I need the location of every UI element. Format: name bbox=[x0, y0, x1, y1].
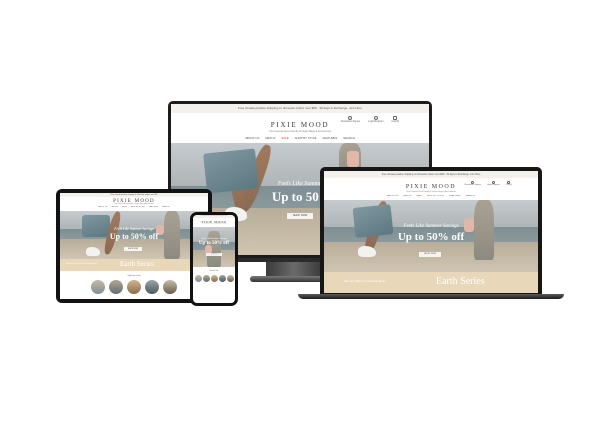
hero-shop-now-button[interactable]: SHOP NOW bbox=[287, 213, 313, 219]
hero-banner: Feels Like Summer Savings Up to 50% off … bbox=[193, 227, 235, 267]
nav-new-in[interactable]: NEW IN bbox=[265, 136, 275, 140]
look-thumbnail[interactable] bbox=[210, 275, 218, 282]
phone-screen: Free climate-positive shipping on domest… bbox=[193, 215, 235, 303]
laptop-keyboard-deck bbox=[298, 294, 564, 299]
hero-shop-now-button[interactable]: SHOP NOW bbox=[419, 252, 441, 257]
hero-shoe bbox=[86, 247, 100, 256]
nav-shop-by-style[interactable]: SHOP BY STYLE bbox=[295, 136, 317, 140]
site-tagline: Your Favorite Eco-Friendly & Vegan Bags … bbox=[406, 191, 456, 193]
look-thumbnail[interactable] bbox=[163, 280, 177, 294]
nav-about[interactable]: ABOUT US bbox=[245, 136, 259, 140]
earth-series-banner[interactable]: Save up to 50% off on our Earth Series E… bbox=[324, 272, 538, 293]
cart-label: Cart(0) bbox=[505, 184, 512, 186]
nav-features[interactable]: FEATURES bbox=[323, 136, 338, 140]
hero-shop-now-button[interactable]: SHOP NOW bbox=[124, 247, 142, 251]
hero-discount: Up to 50% off bbox=[198, 241, 230, 246]
hero-model bbox=[164, 211, 180, 259]
promo-bar[interactable]: Free climate-positive shipping on domest… bbox=[324, 171, 538, 178]
shop-the-look-heading: Shop the Look bbox=[127, 275, 141, 277]
login-label: Login/Register bbox=[486, 184, 500, 186]
tablet-screen: Free climate-positive shipping on domest… bbox=[60, 193, 208, 299]
site-tagline: Your Favorite Eco-Friendly & Vegan Bags … bbox=[268, 130, 332, 133]
nav-about[interactable]: ABOUT US bbox=[98, 206, 107, 208]
newsletter-label: Newsletter Signup bbox=[340, 120, 361, 123]
login-icon[interactable]: Login/Register bbox=[368, 116, 384, 123]
promo-bar[interactable]: Free climate-positive shipping on domest… bbox=[171, 104, 429, 113]
main-nav: ABOUT US NEW IN SALE SHOP BY STYLE FEATU… bbox=[324, 195, 538, 197]
nav-sale[interactable]: SALE bbox=[281, 136, 288, 140]
look-thumbnail[interactable] bbox=[91, 280, 105, 294]
login-label: Login/Register bbox=[368, 120, 384, 123]
hero-banner: Feels Like Summer Savings Up to 50% off … bbox=[324, 200, 538, 272]
nav-new-in[interactable]: NEW IN bbox=[111, 206, 118, 208]
hero-model bbox=[474, 200, 494, 260]
hero-discount: Up to 50% off bbox=[109, 232, 159, 241]
site-header: Newsletter Signup Login/Register Cart(0)… bbox=[324, 178, 538, 200]
earth-series-title: Earth Series bbox=[436, 276, 485, 287]
site-logo[interactable]: PIXIE MOOD bbox=[60, 197, 208, 204]
look-thumbnail[interactable] bbox=[218, 275, 226, 282]
hero-banner: Feels Like Summer Savings Up to 50% off … bbox=[60, 211, 208, 259]
earth-series-caption: Save up to 50% off on our Earth Series bbox=[344, 280, 386, 283]
nav-shop-by-style[interactable]: SHOP BY STYLE bbox=[427, 195, 444, 197]
look-thumbnail[interactable] bbox=[127, 280, 141, 294]
login-icon[interactable]: Login/Register bbox=[487, 181, 500, 186]
header-icons: Newsletter Signup Login/Register Cart(0) bbox=[341, 116, 399, 123]
look-thumbnail[interactable] bbox=[202, 275, 210, 282]
nav-search[interactable]: SEARCH bbox=[343, 136, 355, 140]
hero-heading: Feels Like Summer Savings bbox=[114, 227, 154, 231]
look-thumbnails bbox=[193, 275, 235, 282]
site-header: PIXIE MOOD Your Favorite Eco-Friendly & … bbox=[60, 197, 208, 211]
main-nav: ABOUT US NEW IN SALE SHOP BY STYLE FEATU… bbox=[60, 206, 208, 208]
newsletter-icon[interactable]: Newsletter Signup bbox=[465, 181, 481, 186]
nav-search[interactable]: SEARCH bbox=[162, 206, 170, 208]
hero-shoe bbox=[358, 246, 376, 257]
earth-series-title: Earth Series bbox=[120, 260, 155, 268]
site-tagline: Your Favorite Eco-Friendly & Vegan Bags … bbox=[114, 204, 154, 205]
nav-new-in[interactable]: NEW IN bbox=[403, 195, 411, 197]
nav-about[interactable]: ABOUT US bbox=[387, 195, 398, 197]
hero-discount: Up to 50% off bbox=[397, 231, 465, 243]
hero-shop-now-button[interactable]: SHOP NOW bbox=[206, 253, 222, 256]
cart-icon[interactable]: Cart(0) bbox=[506, 181, 512, 186]
shop-the-look-heading: Shop the Look bbox=[209, 271, 219, 272]
hero-heading: Feels Like Summer Savings bbox=[200, 237, 228, 240]
look-thumbnail[interactable] bbox=[226, 275, 234, 282]
newsletter-icon[interactable]: Newsletter Signup bbox=[341, 116, 360, 123]
nav-shop-by-style[interactable]: SHOP BY STYLE bbox=[131, 206, 145, 208]
cart-icon[interactable]: Cart(0) bbox=[392, 116, 399, 123]
laptop-screen: Free climate-positive shipping on domest… bbox=[324, 171, 538, 293]
nav-sale[interactable]: SALE bbox=[416, 195, 422, 197]
header-icons: Newsletter Signup Login/Register Cart(0) bbox=[465, 181, 512, 186]
hero-bag bbox=[203, 148, 259, 194]
look-thumbnail[interactable] bbox=[109, 280, 123, 294]
main-nav: ABOUT US NEW IN SALE SHOP BY STYLE FEATU… bbox=[171, 136, 429, 140]
nav-features[interactable]: FEATURES bbox=[449, 195, 461, 197]
site-header: Newsletter Signup Login/Register Cart(0)… bbox=[171, 113, 429, 143]
hero-heading: Feels Like Summer Savings bbox=[403, 224, 459, 229]
earth-series-banner[interactable]: Save up to 50% off on our Earth Series E… bbox=[60, 259, 208, 271]
cart-label: Cart(0) bbox=[391, 120, 399, 123]
hero-bag bbox=[352, 204, 394, 238]
nav-features[interactable]: FEATURES bbox=[149, 206, 158, 208]
newsletter-label: Newsletter Signup bbox=[464, 184, 481, 186]
nav-sale[interactable]: SALE bbox=[122, 206, 127, 208]
look-thumbnail[interactable] bbox=[194, 275, 202, 282]
look-thumbnail[interactable] bbox=[145, 280, 159, 294]
earth-series-caption: Save up to 50% off on our Earth Series bbox=[66, 263, 98, 265]
look-thumbnails bbox=[60, 280, 208, 294]
site-tagline: Your Favorite Eco-Friendly & Vegan Bags … bbox=[201, 224, 227, 225]
nav-search[interactable]: SEARCH bbox=[466, 195, 475, 197]
site-header: PIXIE MOOD Your Favorite Eco-Friendly & … bbox=[193, 218, 235, 227]
hero-pink-bag bbox=[347, 151, 359, 167]
